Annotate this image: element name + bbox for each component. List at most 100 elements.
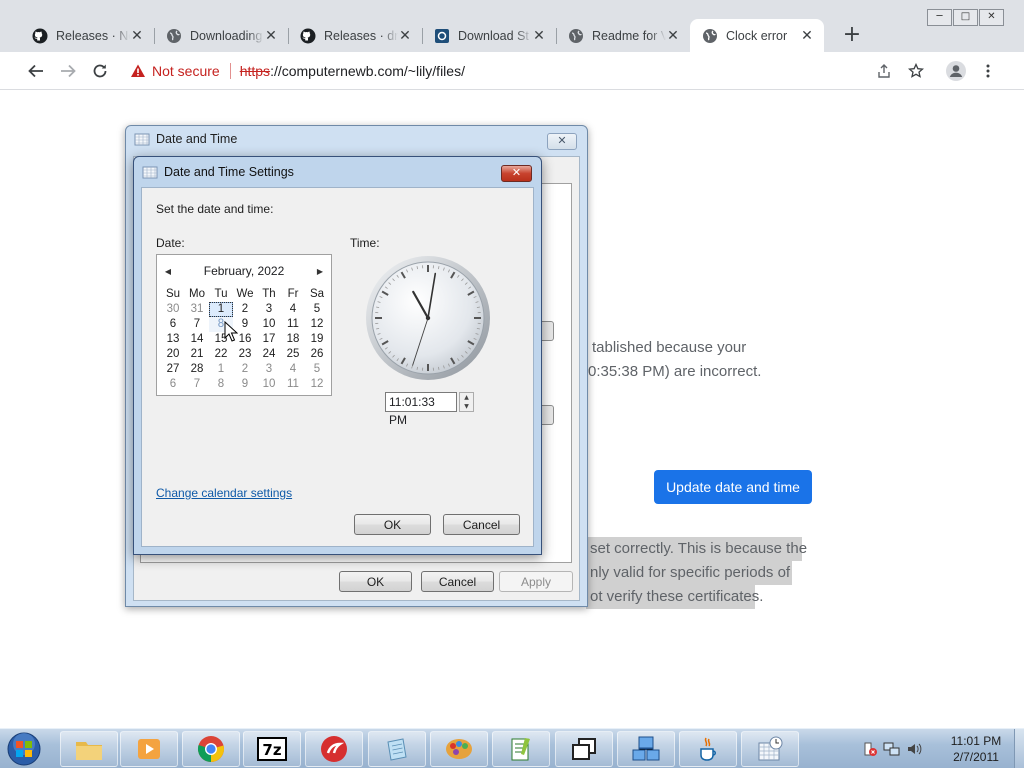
taskbar-java[interactable] <box>679 731 737 767</box>
reload-button[interactable] <box>89 60 111 82</box>
calendar-day[interactable]: 23 <box>233 347 257 362</box>
show-desktop-button[interactable] <box>1014 729 1024 768</box>
calendar-day[interactable]: 24 <box>257 347 281 362</box>
next-month-icon[interactable]: ▶ <box>315 267 325 276</box>
calendar-day[interactable]: 14 <box>185 332 209 347</box>
tab-close-icon[interactable]: ✕ <box>398 28 412 44</box>
taskbar-notepad[interactable] <box>368 731 426 767</box>
time-input[interactable]: 11:01:33 PM <box>385 392 457 427</box>
calendar-day[interactable]: 19 <box>305 332 329 347</box>
calendar-day[interactable]: 21 <box>185 347 209 362</box>
calendar-day[interactable]: 9 <box>233 377 257 392</box>
cancel-button[interactable]: Cancel <box>421 571 494 592</box>
taskbar-notepadpp[interactable] <box>492 731 550 767</box>
taskbar-date-time[interactable] <box>741 731 799 767</box>
calendar-day[interactable]: 1 <box>209 302 233 317</box>
tab-close-icon[interactable]: ✕ <box>532 28 546 44</box>
calendar-day[interactable]: 22 <box>209 347 233 362</box>
update-date-time-button[interactable]: Update date and time <box>654 470 812 504</box>
minimize-button[interactable]: ─ <box>927 9 952 26</box>
tab-close-icon[interactable]: ✕ <box>130 28 144 44</box>
calendar-day[interactable]: 3 <box>257 362 281 377</box>
dialog-close-button[interactable]: ✕ <box>501 165 532 182</box>
security-label[interactable]: Not secure <box>152 63 220 79</box>
calendar-day[interactable]: 27 <box>161 362 185 377</box>
window-close-button[interactable]: ✕ <box>979 9 1004 26</box>
calendar-day[interactable]: 10 <box>257 377 281 392</box>
taskbar-red-app[interactable] <box>305 731 363 767</box>
calendar-day[interactable]: 17 <box>257 332 281 347</box>
apply-button[interactable]: Apply <box>499 571 573 592</box>
prev-month-icon[interactable]: ◀ <box>163 267 173 276</box>
tab-close-icon[interactable]: ✕ <box>264 28 278 44</box>
tab-clock-error[interactable]: Clock error ✕ <box>690 19 824 52</box>
calendar-day[interactable]: 18 <box>281 332 305 347</box>
ok-button[interactable]: OK <box>339 571 412 592</box>
taskbar-7zip[interactable]: 7z <box>243 731 301 767</box>
taskbar-clock[interactable]: 11:01 PM 2/7/2011 <box>940 733 1012 765</box>
calendar-day[interactable]: 30 <box>161 302 185 317</box>
calendar-day[interactable]: 13 <box>161 332 185 347</box>
calendar-day[interactable]: 1 <box>209 362 233 377</box>
taskbar-network-tool[interactable] <box>617 731 675 767</box>
taskbar-explorer[interactable] <box>60 731 118 767</box>
volume-icon[interactable] <box>906 741 922 757</box>
calendar-day[interactable]: 20 <box>161 347 185 362</box>
network-icon[interactable] <box>883 741 901 757</box>
tab-releases-ne[interactable]: Releases · Ne ✕ <box>20 19 154 52</box>
calendar-day[interactable]: 28 <box>185 362 209 377</box>
taskbar-chrome[interactable] <box>182 731 240 767</box>
tab-readme[interactable]: Readme for V ✕ <box>556 19 690 52</box>
start-button[interactable] <box>4 731 44 767</box>
forward-button[interactable] <box>57 60 79 82</box>
taskbar-window-switcher[interactable] <box>555 731 613 767</box>
bookmark-button[interactable] <box>905 60 927 82</box>
ok-button[interactable]: OK <box>354 514 431 535</box>
calendar-day[interactable]: 8 <box>209 377 233 392</box>
tab-close-icon[interactable]: ✕ <box>800 28 814 44</box>
calendar-day[interactable]: 12 <box>305 317 329 332</box>
calendar-day[interactable]: 7 <box>185 377 209 392</box>
time-spinner[interactable]: ▲ ▼ <box>459 392 474 412</box>
taskbar-paint[interactable] <box>430 731 488 767</box>
change-calendar-settings-link[interactable]: Change calendar settings <box>156 486 292 500</box>
back-button[interactable] <box>25 60 47 82</box>
dialog-close-button[interactable]: ✕ <box>547 133 577 150</box>
calendar-day[interactable]: 6 <box>161 317 185 332</box>
tab-close-icon[interactable]: ✕ <box>666 28 680 44</box>
calendar-day[interactable]: 10 <box>257 317 281 332</box>
calendar-day[interactable]: 12 <box>305 377 329 392</box>
calendar-day[interactable]: 5 <box>305 302 329 317</box>
profile-button[interactable] <box>945 60 967 82</box>
calendar-day[interactable]: 25 <box>281 347 305 362</box>
calendar-day[interactable]: 4 <box>281 362 305 377</box>
calendar-day[interactable]: 3 <box>257 302 281 317</box>
calendar-day[interactable]: 6 <box>161 377 185 392</box>
calendar-day[interactable]: 2 <box>233 362 257 377</box>
action-center-icon[interactable] <box>862 741 878 757</box>
spin-up-icon[interactable]: ▲ <box>460 393 473 402</box>
menu-button[interactable] <box>977 60 999 82</box>
calendar-day[interactable]: 4 <box>281 302 305 317</box>
cancel-button[interactable]: Cancel <box>443 514 520 535</box>
tab-downloading[interactable]: Downloading ✕ <box>154 19 288 52</box>
spin-down-icon[interactable]: ▼ <box>460 402 473 411</box>
tab-releases-dr[interactable]: Releases · dr ✕ <box>288 19 422 52</box>
new-tab-button[interactable]: + <box>840 24 864 48</box>
share-button[interactable] <box>873 60 895 82</box>
change-timezone-button-stub[interactable] <box>542 405 554 425</box>
calendar-day[interactable]: 26 <box>305 347 329 362</box>
change-date-time-button-stub[interactable] <box>542 321 554 341</box>
calendar-day[interactable]: 11 <box>281 377 305 392</box>
month-year-label[interactable]: February, 2022 <box>204 264 285 278</box>
7zip-icon: 7z <box>257 737 287 761</box>
calendar-day[interactable]: 11 <box>281 317 305 332</box>
calendar-day[interactable]: 5 <box>305 362 329 377</box>
address-bar[interactable]: Not secure https ://computernewb.com/~li… <box>120 57 912 85</box>
calendar-day[interactable]: 7 <box>185 317 209 332</box>
tab-download-st[interactable]: Download St ✕ <box>422 19 556 52</box>
calendar-day[interactable]: 31 <box>185 302 209 317</box>
calendar-day[interactable]: 2 <box>233 302 257 317</box>
taskbar-media-player[interactable] <box>120 731 178 767</box>
maximize-button[interactable]: □ <box>953 9 978 26</box>
